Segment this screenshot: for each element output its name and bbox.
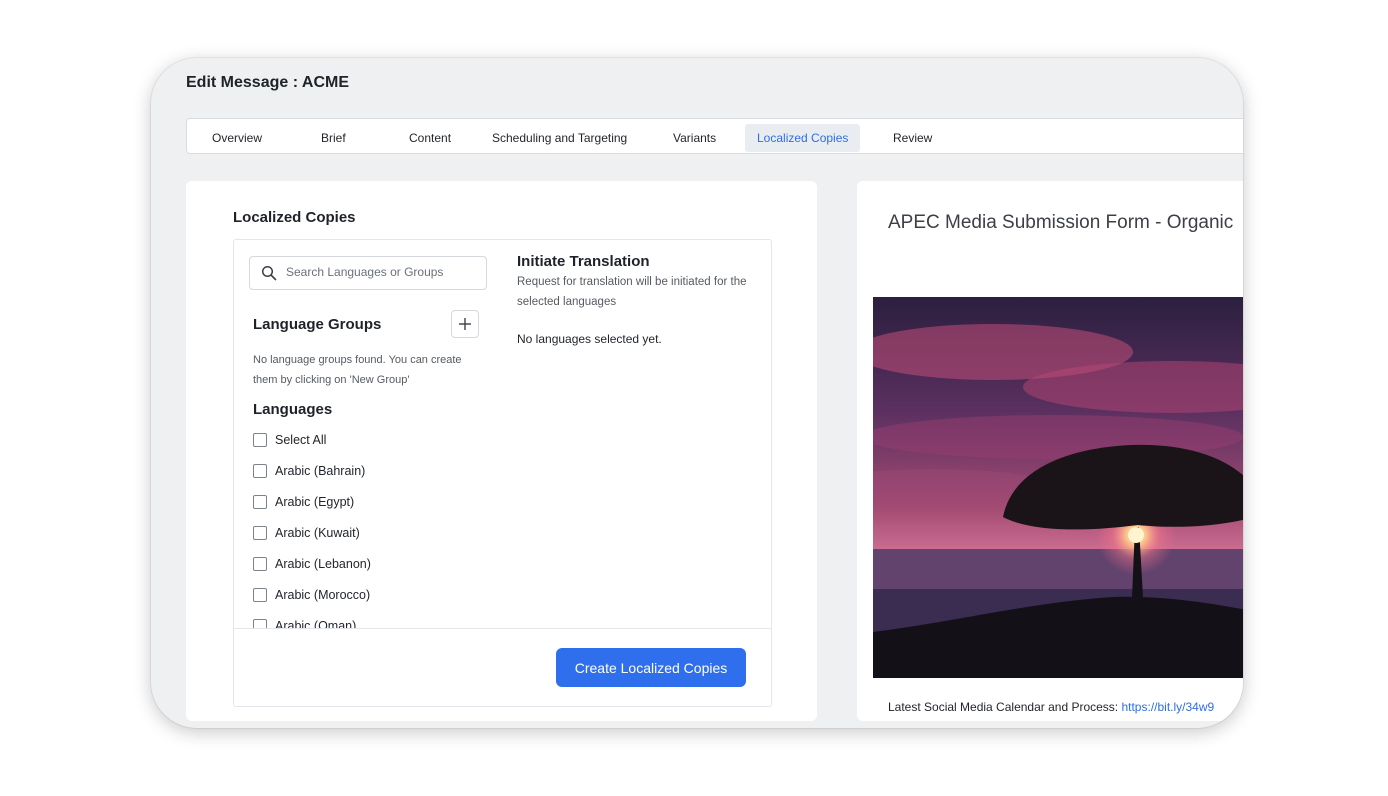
language-item[interactable]: Arabic (Oman) [253, 616, 473, 628]
localization-box: Language Groups No language groups found… [233, 239, 772, 707]
page-title: Edit Message : ACME [186, 74, 349, 91]
tab-bar: Overview Brief Content Scheduling and Ta… [186, 118, 1243, 154]
language-label: Arabic (Oman) [275, 619, 357, 628]
language-label: Arabic (Kuwait) [275, 526, 360, 540]
checkbox[interactable] [253, 433, 267, 447]
language-item[interactable]: Arabic (Kuwait) [253, 523, 473, 543]
plus-icon [459, 318, 471, 330]
tab-variants[interactable]: Variants [661, 124, 728, 152]
language-label: Arabic (Morocco) [275, 588, 371, 602]
panel-footer: Create Localized Copies [234, 628, 771, 706]
tab-overview[interactable]: Overview [200, 124, 274, 152]
language-label: Select All [275, 433, 327, 447]
language-groups-empty-text: No language groups found. You can create… [253, 354, 462, 386]
app-window: Edit Message : ACME Overview Brief Conte… [151, 58, 1243, 728]
language-label: Arabic (Lebanon) [275, 557, 371, 571]
preview-footer: Latest Social Media Calendar and Process… [888, 700, 1214, 714]
checkbox[interactable] [253, 526, 267, 540]
language-label: Arabic (Bahrain) [275, 464, 366, 478]
language-item[interactable]: Arabic (Egypt) [253, 492, 473, 512]
preview-footer-text: Latest Social Media Calendar and Process… [888, 700, 1122, 714]
create-localized-copies-button[interactable]: Create Localized Copies [556, 648, 746, 687]
message-preview-panel: APEC Media Submission Form - Organic Lat… [857, 181, 1243, 721]
language-label: Arabic (Egypt) [275, 495, 355, 509]
checkbox[interactable] [253, 557, 267, 571]
language-item[interactable]: Arabic (Bahrain) [253, 461, 473, 481]
tab-localized-copies[interactable]: Localized Copies [745, 124, 861, 152]
initiate-translation-heading: Initiate Translation [517, 253, 650, 270]
language-item[interactable]: Arabic (Morocco) [253, 585, 473, 605]
tab-content[interactable]: Content [397, 124, 463, 152]
checkbox[interactable] [253, 464, 267, 478]
preview-image [873, 297, 1243, 678]
search-input[interactable] [286, 257, 476, 287]
tab-brief[interactable]: Brief [309, 124, 358, 152]
search-icon [261, 265, 277, 281]
language-item-select-all[interactable]: Select All [253, 430, 473, 450]
language-groups-heading: Language Groups [253, 316, 382, 333]
language-item[interactable]: Arabic (Lebanon) [253, 554, 473, 574]
initiate-translation-description: Request for translation will be initiate… [517, 276, 747, 308]
tab-review[interactable]: Review [881, 124, 944, 152]
no-languages-selected-text: No languages selected yet. [517, 332, 662, 346]
section-title: Localized Copies [233, 209, 356, 226]
search-box [249, 256, 487, 290]
languages-heading: Languages [253, 401, 333, 418]
checkbox[interactable] [253, 495, 267, 509]
localized-copies-panel: Localized Copies Language Groups [186, 181, 817, 721]
tab-scheduling-and-targeting[interactable]: Scheduling and Targeting [480, 124, 639, 152]
preview-footer-link[interactable]: https://bit.ly/34w9 [1121, 700, 1214, 714]
checkbox[interactable] [253, 588, 267, 602]
add-group-button[interactable] [451, 310, 479, 338]
checkbox[interactable] [253, 619, 267, 628]
language-scroll-area[interactable]: Language Groups No language groups found… [234, 240, 771, 628]
preview-title: APEC Media Submission Form - Organic [888, 212, 1234, 233]
